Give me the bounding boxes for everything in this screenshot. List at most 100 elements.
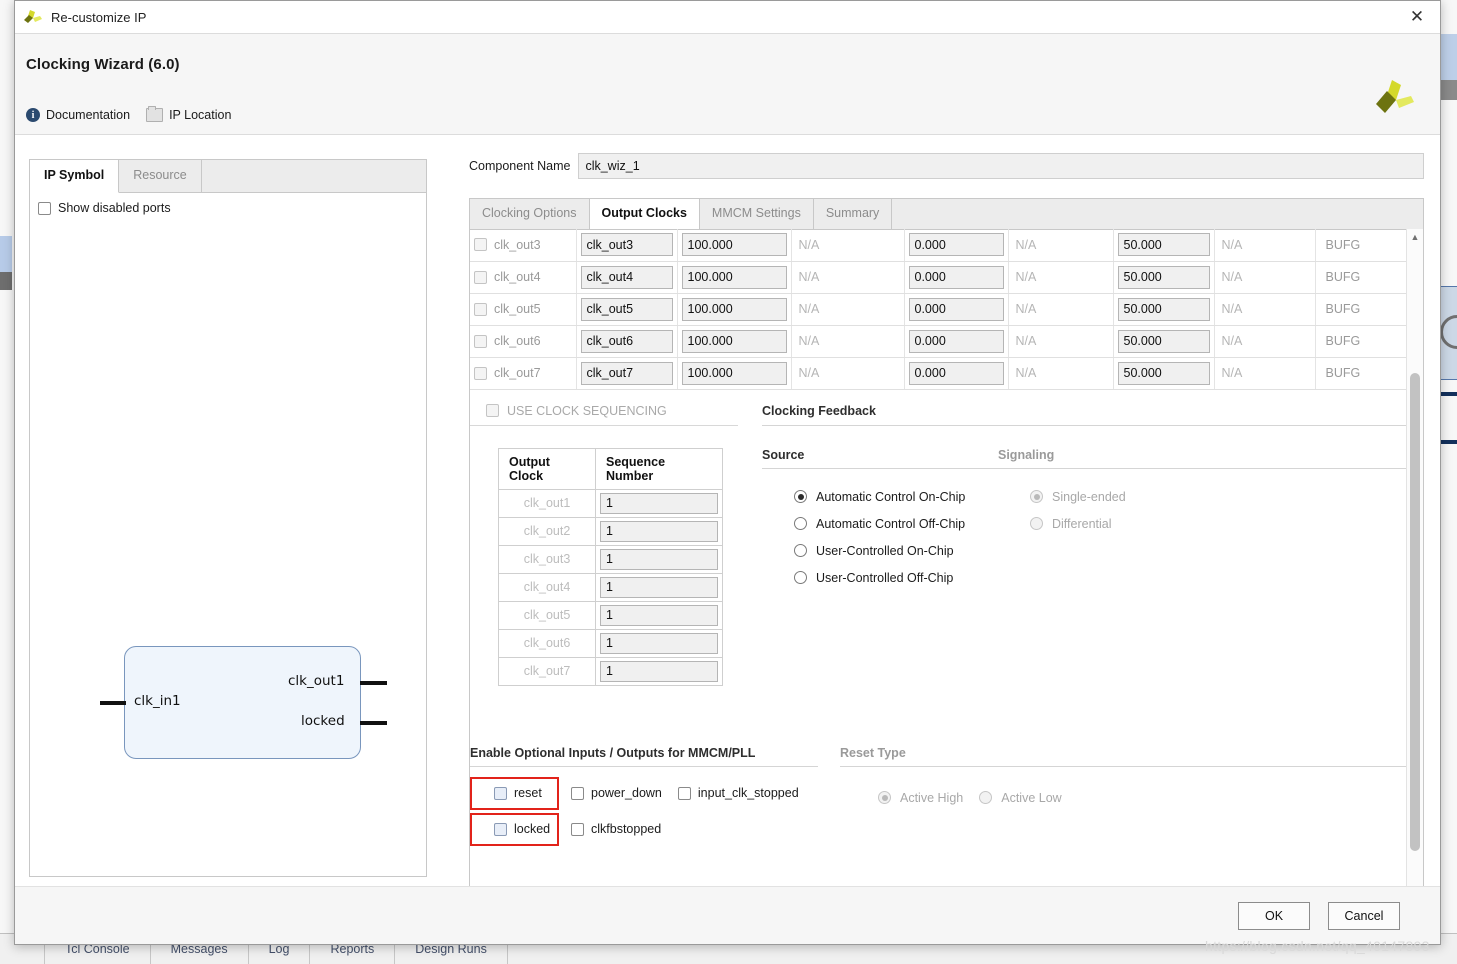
row-name-field[interactable]: clk_out7 — [580, 361, 673, 385]
radio-icon[interactable] — [794, 544, 807, 557]
sequence-row: clk_out5 1 — [498, 600, 723, 630]
scroll-up-icon[interactable]: ▲ — [1407, 229, 1423, 245]
clkfbstopped-checkbox-icon[interactable] — [571, 822, 584, 836]
row-driver-select[interactable]: BUFG — [1320, 266, 1408, 289]
checkbox-locked[interactable]: locked — [494, 822, 550, 836]
row-req-freq-field[interactable]: 100.000 — [681, 361, 787, 385]
tab-clocking-options[interactable]: Clocking Options — [470, 199, 590, 229]
row-enable-checkbox[interactable] — [474, 302, 487, 316]
ok-button[interactable]: OK — [1238, 901, 1310, 930]
sequence-clock-name: clk_out5 — [498, 600, 596, 630]
row-req-duty-field[interactable]: 50.000 — [1117, 265, 1210, 289]
sequence-clock-name: clk_out2 — [498, 516, 596, 546]
sequence-number-field[interactable]: 1 — [600, 604, 718, 626]
signaling-divider — [998, 467, 1407, 469]
row-driver-select[interactable]: BUFG — [1320, 298, 1408, 321]
row-req-freq-field[interactable]: 100.000 — [681, 233, 787, 257]
row-enable-checkbox[interactable] — [474, 238, 487, 252]
sequence-row: clk_out4 1 — [498, 572, 723, 602]
checkbox-power-down[interactable]: power_down — [571, 786, 662, 800]
sequence-number-field[interactable]: 1 — [600, 520, 718, 542]
row-req-duty-field[interactable]: 50.000 — [1117, 329, 1210, 353]
row-driver-value: BUFG — [1325, 366, 1361, 380]
radio-user-controlled-off-chip[interactable]: User-Controlled Off-Chip — [794, 571, 998, 585]
row-act-duty: N/A — [1221, 237, 1243, 252]
row-req-duty-field[interactable]: 50.000 — [1117, 233, 1210, 257]
row-name-field[interactable]: clk_out6 — [580, 329, 673, 353]
checkbox-reset[interactable]: reset — [494, 786, 542, 800]
input-clk-stopped-checkbox-icon[interactable] — [677, 786, 691, 800]
use-clock-sequencing-checkbox[interactable] — [486, 404, 499, 417]
folder-icon — [146, 106, 164, 122]
tab-summary[interactable]: Summary — [814, 199, 893, 229]
tab-ip-symbol[interactable]: IP Symbol — [30, 160, 120, 193]
tab-mmcm-settings[interactable]: MMCM Settings — [700, 199, 814, 229]
radio-icon[interactable] — [794, 571, 807, 584]
background-left-strip — [0, 0, 15, 964]
power-down-checkbox-icon[interactable] — [571, 786, 584, 800]
source-title: Source — [762, 447, 805, 462]
row-enable-checkbox[interactable] — [474, 334, 487, 348]
row-req-freq-field[interactable]: 100.000 — [681, 329, 787, 353]
row-enable-checkbox[interactable] — [474, 366, 487, 380]
sequence-number-field[interactable]: 1 — [600, 548, 718, 570]
reset-label: reset — [514, 786, 542, 800]
row-req-phase-field[interactable]: 0.000 — [908, 265, 1004, 289]
tab-resource[interactable]: Resource — [119, 160, 202, 192]
row-driver-select[interactable]: BUFG — [1320, 362, 1408, 385]
locked-checkbox-icon[interactable] — [494, 822, 507, 836]
row-port-label: clk_out6 — [494, 334, 541, 348]
xilinx-logo-icon — [23, 9, 43, 25]
tab-output-clocks[interactable]: Output Clocks — [589, 199, 700, 229]
table-row: clk_out4 clk_out4 100.000 N/A 0.000 N/A … — [470, 261, 1408, 294]
dialog-titlebar: Re-customize IP ✕ — [15, 1, 1440, 34]
vertical-scrollbar[interactable]: ▲ ▼ — [1406, 229, 1423, 901]
close-icon[interactable]: ✕ — [1394, 2, 1440, 33]
radio-icon[interactable] — [794, 517, 807, 530]
row-name-field[interactable]: clk_out5 — [580, 297, 673, 321]
radio-automatic-control-off-chip[interactable]: Automatic Control Off-Chip — [794, 517, 998, 531]
radio-user-controlled-on-chip[interactable]: User-Controlled On-Chip — [794, 544, 998, 558]
row-name-field[interactable]: clk_out3 — [580, 233, 673, 257]
row-req-freq-field[interactable]: 100.000 — [681, 297, 787, 321]
radio-label: Single-ended — [1052, 489, 1126, 504]
row-driver-select[interactable]: BUFG — [1320, 330, 1408, 353]
ip-location-link[interactable]: IP Location — [146, 106, 231, 122]
sequence-number-field[interactable]: 1 — [600, 576, 718, 598]
row-req-duty-field[interactable]: 50.000 — [1117, 297, 1210, 321]
component-name-input[interactable]: clk_wiz_1 — [578, 153, 1424, 179]
row-req-phase-field[interactable]: 0.000 — [908, 361, 1004, 385]
sequence-number-field[interactable]: 1 — [600, 492, 718, 514]
row-req-phase-field[interactable]: 0.000 — [908, 297, 1004, 321]
output-clock-table: clk_out3 clk_out3 100.000 N/A 0.000 N/A … — [470, 229, 1407, 390]
vertical-scrollbar-thumb[interactable] — [1410, 373, 1420, 851]
row-req-phase-field[interactable]: 0.000 — [908, 329, 1004, 353]
row-req-freq-field[interactable]: 100.000 — [681, 265, 787, 289]
dialog-title: Re-customize IP — [51, 9, 147, 25]
radio-automatic-control-on-chip[interactable]: Automatic Control On-Chip — [794, 490, 998, 504]
row-driver-select[interactable]: BUFG — [1320, 233, 1408, 256]
use-clock-sequencing-label: USE CLOCK SEQUENCING — [507, 403, 667, 418]
radio-icon[interactable] — [794, 490, 807, 503]
radio-label: Active High — [900, 790, 964, 805]
row-enable-checkbox[interactable] — [474, 270, 487, 284]
row-name-field[interactable]: clk_out4 — [580, 265, 673, 289]
row-act-duty: N/A — [1221, 302, 1243, 316]
row-req-phase-field[interactable]: 0.000 — [908, 233, 1004, 257]
row-req-duty-field[interactable]: 50.000 — [1117, 361, 1210, 385]
sequence-number-field[interactable]: 1 — [600, 660, 718, 682]
sequencing-and-feedback-region: USE CLOCK SEQUENCING Output Clock Sequen… — [470, 390, 1407, 740]
row-act-freq: N/A — [798, 334, 820, 348]
radio-active-low: Active Low — [979, 791, 1062, 805]
source-radio-group: Automatic Control On-Chip Automatic Cont… — [762, 490, 998, 585]
reset-checkbox-icon[interactable] — [494, 786, 507, 800]
reset-type-title: Reset Type — [840, 745, 906, 760]
radio-label: Automatic Control Off-Chip — [816, 516, 966, 531]
checkbox-input-clk-stopped[interactable]: input_clk_stopped — [677, 786, 799, 800]
documentation-link[interactable]: i Documentation — [26, 108, 130, 122]
cancel-button[interactable]: Cancel — [1328, 901, 1400, 930]
radio-icon — [1030, 517, 1043, 530]
use-clock-sequencing-row[interactable]: USE CLOCK SEQUENCING — [470, 390, 738, 426]
sequence-number-field[interactable]: 1 — [600, 632, 718, 654]
checkbox-clkfbstopped[interactable]: clkfbstopped — [571, 822, 661, 836]
